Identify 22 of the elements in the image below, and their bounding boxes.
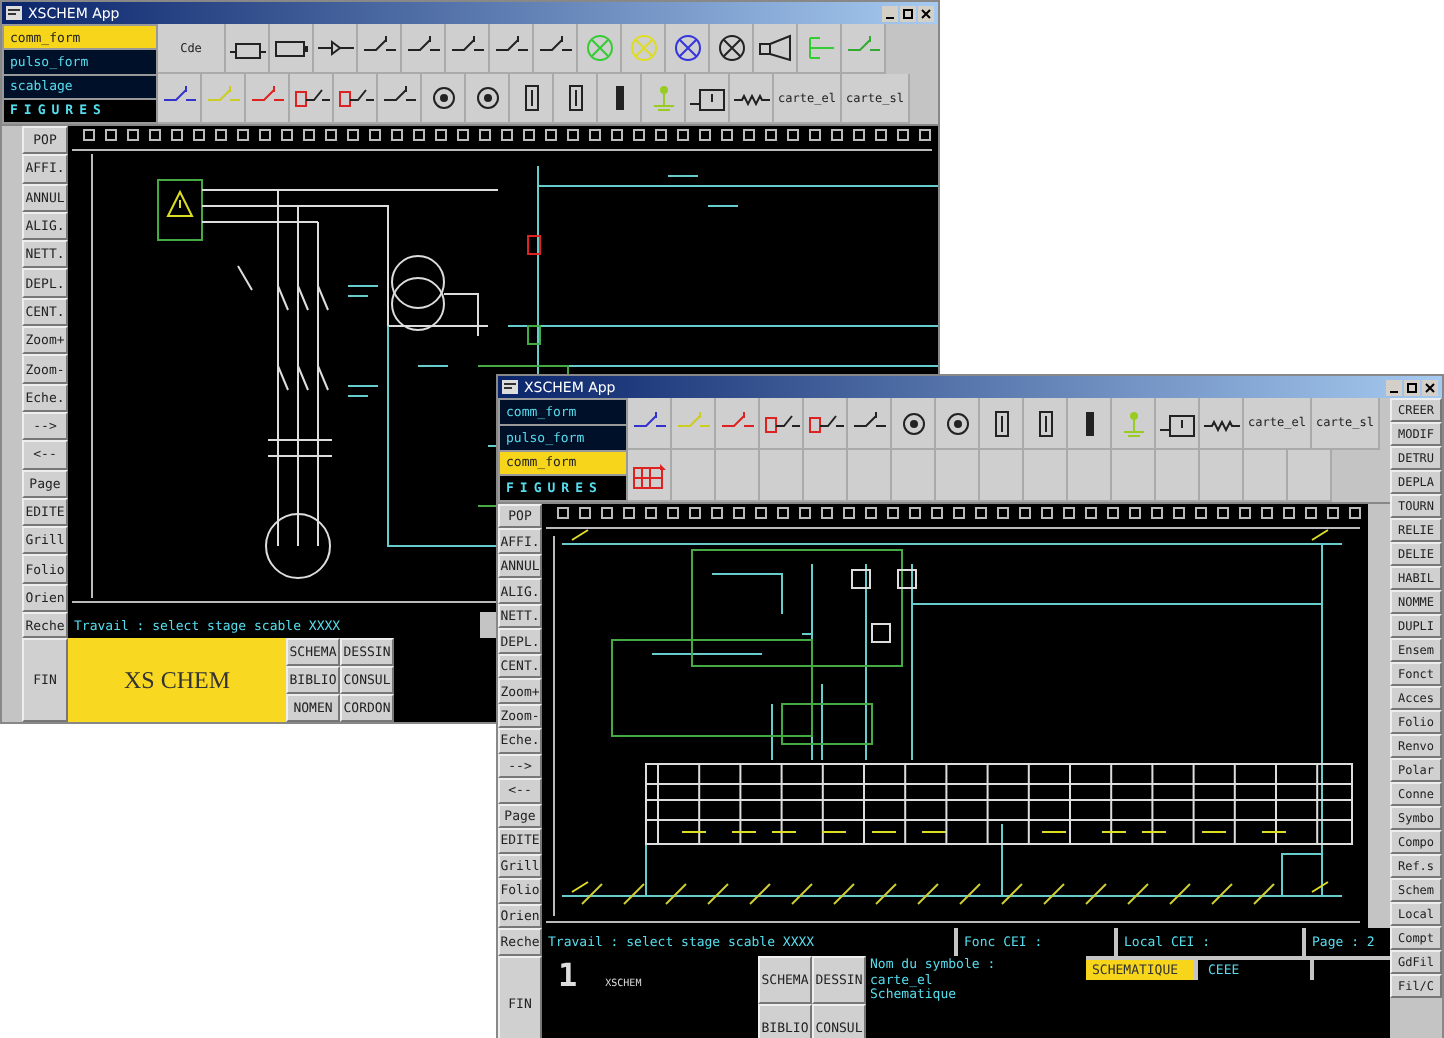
coil-icon[interactable]: [337, 84, 373, 112]
blank-panel: [394, 638, 496, 722]
app-icon: [502, 380, 518, 394]
empty-toolbar-slot: [1288, 450, 1332, 502]
minimize-icon[interactable]: [1386, 379, 1402, 395]
diode-icon[interactable]: [317, 34, 353, 62]
horn-icon[interactable]: [757, 34, 793, 62]
lamp-icon[interactable]: [713, 34, 749, 62]
terminal-box-icon[interactable]: [689, 84, 725, 112]
terminal-box-icon[interactable]: [1159, 409, 1195, 437]
maximize-icon[interactable]: [900, 5, 916, 21]
coil-icon[interactable]: [293, 84, 329, 112]
close-icon[interactable]: [918, 5, 934, 21]
lamp-icon[interactable]: [669, 34, 705, 62]
empty-toolbar-slot: [1244, 450, 1288, 502]
app-icon: [6, 6, 22, 20]
app-logo: XS CHEM: [68, 638, 286, 722]
page-number: 1: [558, 960, 578, 992]
terminal-strip-icon[interactable]: [631, 461, 667, 489]
maximize-icon[interactable]: [1404, 379, 1420, 395]
close-icon[interactable]: [1422, 379, 1438, 395]
minimize-icon[interactable]: [882, 5, 898, 21]
